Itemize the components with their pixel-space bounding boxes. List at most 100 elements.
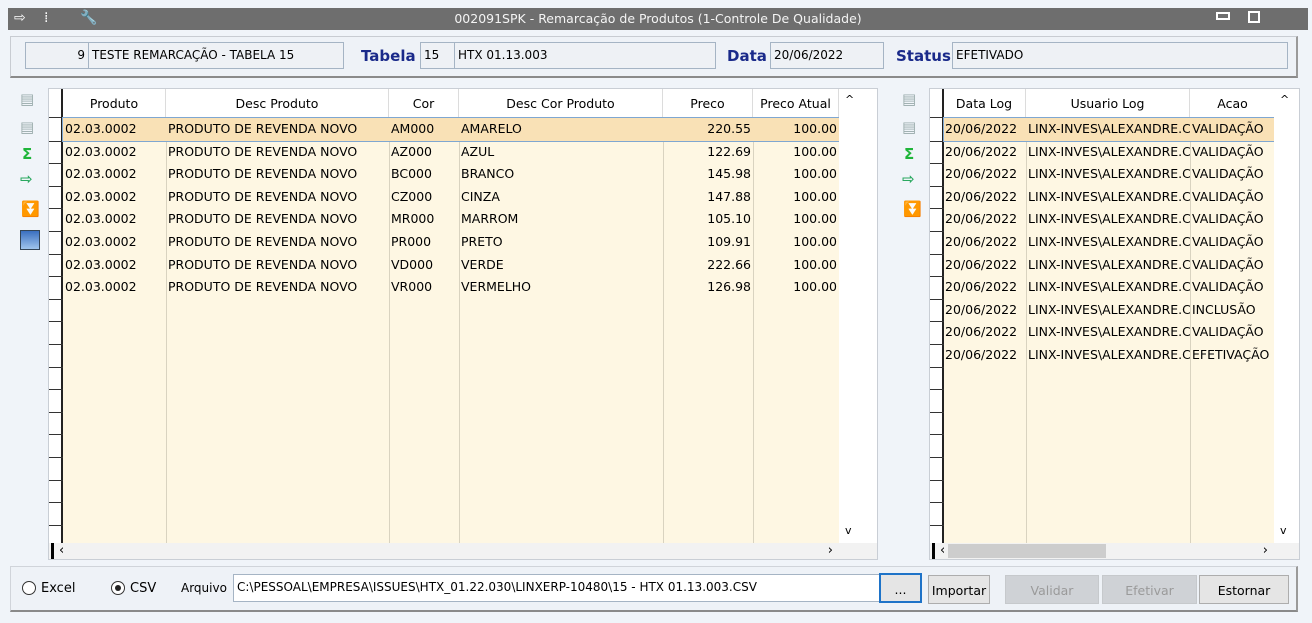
products-grid[interactable]: Produto Desc Produto Cor Desc Cor Produto Pr… — [48, 88, 878, 560]
table-row[interactable]: 02.03.0002 PRODUTO DE REVENDA NOVO VD000 VE… — [63, 254, 839, 277]
table-cell: 20/06/2022 — [945, 256, 1018, 272]
tabela-desc-field[interactable]: HTX 01.13.003 — [454, 42, 716, 69]
estornar-button[interactable]: Estornar — [1199, 575, 1289, 604]
table-cell: 145.98 — [707, 166, 751, 182]
table-row[interactable]: 20/06/2022 LINX-INVES\ALEXANDRE.C VALIDAÇÃ… — [944, 276, 1276, 299]
table-cell: LINX-INVES\ALEXANDRE.C — [1028, 256, 1190, 272]
table-cell: 220.55 — [707, 121, 751, 136]
table-cell: 02.03.0002 — [65, 256, 137, 272]
maximize-icon[interactable] — [1248, 11, 1260, 23]
table-cell: 02.03.0002 — [65, 188, 137, 204]
row-indicator-column — [930, 118, 944, 543]
table-cell: LINX-INVES\ALEXANDRE.C — [1028, 234, 1190, 249]
column-header[interactable]: Acao — [1190, 89, 1276, 118]
collapse-down-icon[interactable]: ⏬ — [903, 200, 922, 218]
column-header[interactable]: Preco — [663, 89, 753, 118]
scroll-thumb[interactable] — [948, 544, 1106, 558]
table-row[interactable]: 20/06/2022 LINX-INVES\ALEXANDRE.C INCLUSÃO — [944, 299, 1276, 322]
column-header[interactable]: Cor — [389, 89, 459, 118]
table-cell: MARROM — [461, 211, 519, 227]
table-row[interactable]: 20/06/2022 LINX-INVES\ALEXANDRE.C VALIDAÇÃ… — [944, 321, 1276, 344]
scroll-right-icon[interactable]: › — [828, 543, 833, 558]
table-cell: PR000 — [391, 234, 432, 249]
excel-label: Excel — [41, 581, 76, 596]
vertical-scrollbar[interactable]: ^ v — [839, 89, 877, 543]
status-field[interactable]: EFETIVADO — [952, 42, 1288, 69]
efetivar-button[interactable]: Efetivar — [1102, 575, 1197, 604]
add-row-icon[interactable]: ▤ — [902, 90, 916, 108]
scroll-up-icon[interactable]: ^ — [1280, 93, 1289, 106]
scroll-right-icon[interactable]: › — [1263, 543, 1268, 558]
add-row-icon[interactable]: ▤ — [20, 90, 34, 108]
table-cell: 126.98 — [707, 279, 751, 295]
table-cell: 100.00 — [793, 121, 837, 136]
sum-icon[interactable]: Σ — [22, 145, 32, 163]
table-row[interactable]: 02.03.0002 PRODUTO DE REVENDA NOVO BC000 BR… — [63, 163, 839, 186]
sum-icon[interactable]: Σ — [904, 145, 914, 163]
table-cell: 147.88 — [707, 188, 751, 204]
grid-header: Data Log Usuario Log Acao — [930, 89, 1299, 118]
arquivo-input[interactable]: C:\PESSOAL\EMPRESA\ISSUES\HTX_01.22.030\… — [233, 574, 881, 602]
table-row[interactable]: 02.03.0002 PRODUTO DE REVENDA NOVO MR000 MA… — [63, 208, 839, 231]
column-header[interactable]: Desc Cor Produto — [459, 89, 663, 118]
horizontal-scrollbar[interactable]: ‹ › — [49, 543, 877, 559]
excel-radio[interactable] — [22, 581, 36, 595]
column-header[interactable]: Produto — [63, 89, 166, 118]
table-cell: MR000 — [391, 211, 435, 227]
importar-button[interactable]: Importar — [928, 575, 990, 604]
table-row[interactable]: 20/06/2022 LINX-INVES\ALEXANDRE.C EFETIVAÇ… — [944, 344, 1276, 367]
scroll-left-icon[interactable]: ‹ — [940, 543, 945, 558]
tabela-code-field[interactable]: 15 — [420, 42, 455, 69]
browse-button[interactable]: ... — [879, 573, 922, 603]
table-row[interactable]: 20/06/2022 LINX-INVES\ALEXANDRE.C VALIDAÇÃ… — [944, 141, 1276, 164]
validar-button[interactable]: Validar — [1005, 575, 1099, 604]
table-cell: 20/06/2022 — [945, 234, 1018, 249]
column-header[interactable]: Preco Atual — [753, 89, 839, 118]
export-icon[interactable]: ⇨ — [20, 170, 33, 188]
scroll-up-icon[interactable]: ^ — [845, 93, 854, 106]
column-header[interactable]: Desc Produto — [166, 89, 389, 118]
log-grid[interactable]: Data Log Usuario Log Acao 20/06/2022 LINX-IN… — [929, 88, 1300, 560]
image-icon[interactable] — [20, 230, 40, 250]
table-row[interactable]: 02.03.0002 PRODUTO DE REVENDA NOVO PR000 PR… — [63, 231, 839, 254]
data-field[interactable]: 20/06/2022 — [770, 42, 884, 69]
table-cell: AZ000 — [391, 143, 432, 159]
table-cell: PRODUTO DE REVENDA NOVO — [168, 121, 358, 136]
table-cell: 20/06/2022 — [945, 143, 1018, 159]
table-row[interactable]: 20/06/2022 LINX-INVES\ALEXANDRE.C VALIDAÇÃ… — [944, 163, 1276, 186]
table-row[interactable]: 20/06/2022 LINX-INVES\ALEXANDRE.C VALIDAÇÃ… — [944, 254, 1276, 277]
remarcacao-desc-field[interactable]: TESTE REMARCAÇÃO - TABELA 15 — [88, 42, 344, 69]
table-row[interactable]: 02.03.0002 PRODUTO DE REVENDA NOVO CZ000 CI… — [63, 186, 839, 209]
column-header[interactable]: Usuario Log — [1026, 89, 1190, 118]
table-cell: VALIDAÇÃO — [1192, 279, 1264, 295]
table-cell: PRODUTO DE REVENDA NOVO — [168, 234, 358, 249]
minimize-icon[interactable] — [1216, 12, 1230, 20]
table-cell: 02.03.0002 — [65, 166, 137, 182]
remarcacao-code-field[interactable]: 9 — [25, 42, 89, 69]
table-row[interactable]: 02.03.0002 PRODUTO DE REVENDA NOVO AM000 AM… — [62, 117, 840, 142]
table-cell: 100.00 — [793, 143, 837, 159]
table-row[interactable]: 20/06/2022 LINX-INVES\ALEXANDRE.C VALIDAÇÃ… — [943, 117, 1277, 142]
collapse-down-icon[interactable]: ⏬ — [21, 200, 40, 218]
remove-row-icon[interactable]: ▤ — [20, 118, 34, 136]
table-cell: VALIDAÇÃO — [1192, 211, 1264, 227]
vertical-scrollbar[interactable]: ^ v — [1274, 89, 1299, 543]
status-label: Status — [896, 47, 951, 65]
table-cell: 20/06/2022 — [945, 211, 1018, 227]
csv-radio[interactable] — [111, 581, 125, 595]
table-row[interactable]: 20/06/2022 LINX-INVES\ALEXANDRE.C VALIDAÇÃ… — [944, 231, 1276, 254]
table-row[interactable]: 20/06/2022 LINX-INVES\ALEXANDRE.C VALIDAÇÃ… — [944, 186, 1276, 209]
remove-row-icon[interactable]: ▤ — [902, 118, 916, 136]
column-header[interactable]: Data Log — [943, 89, 1026, 118]
scroll-down-icon[interactable]: v — [845, 524, 852, 537]
window-title: 002091SPK - Remarcação de Produtos (1-Co… — [454, 11, 862, 26]
table-row[interactable]: 20/06/2022 LINX-INVES\ALEXANDRE.C VALIDAÇÃ… — [944, 208, 1276, 231]
table-cell: 20/06/2022 — [945, 324, 1018, 340]
horizontal-scrollbar[interactable]: ‹ › — [930, 543, 1299, 559]
table-cell: LINX-INVES\ALEXANDRE.C — [1028, 188, 1190, 204]
scroll-down-icon[interactable]: v — [1280, 524, 1287, 537]
scroll-left-icon[interactable]: ‹ — [59, 543, 64, 558]
export-icon[interactable]: ⇨ — [902, 170, 915, 188]
table-row[interactable]: 02.03.0002 PRODUTO DE REVENDA NOVO VR000 VE… — [63, 276, 839, 299]
table-row[interactable]: 02.03.0002 PRODUTO DE REVENDA NOVO AZ000 AZ… — [63, 141, 839, 164]
